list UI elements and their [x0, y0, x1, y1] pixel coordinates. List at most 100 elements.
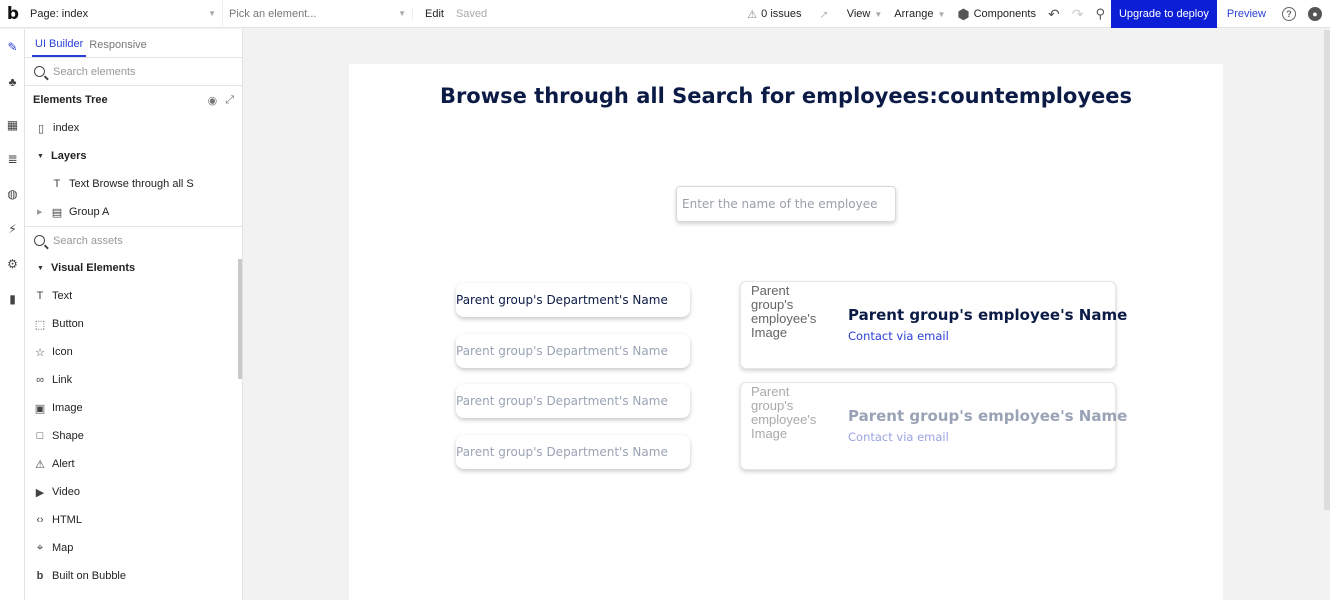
- search-elements-placeholder: Search elements: [53, 65, 136, 78]
- visual-element-label: HTML: [52, 514, 82, 526]
- contact-email-link[interactable]: Contact via email: [848, 430, 949, 444]
- visual-element-text[interactable]: T Text: [25, 282, 242, 310]
- arrange-menu-label: Arrange: [894, 8, 934, 20]
- search-icon: [34, 235, 45, 246]
- department-item[interactable]: Parent group's Department's Name: [456, 435, 690, 469]
- page-selector[interactable]: Page: index ▼: [26, 0, 222, 28]
- inspect-button[interactable]: ➚: [808, 0, 841, 28]
- search-assets-placeholder: Search assets: [53, 234, 123, 247]
- components-button[interactable]: ⬢ Components: [951, 0, 1042, 28]
- undo-button[interactable]: ↶: [1042, 0, 1066, 28]
- visual-element-label: Built on Bubble: [52, 570, 126, 582]
- visual-element-button[interactable]: ⬚ Button: [25, 310, 242, 338]
- search-icon: ⚲: [1095, 6, 1105, 21]
- text-icon: T: [53, 178, 61, 190]
- visual-element-map[interactable]: ⌖ Map: [25, 534, 242, 562]
- tree-item-label: Group A: [69, 206, 110, 218]
- visual-element-image[interactable]: ▣ Image: [25, 394, 242, 422]
- layout-icon[interactable]: ▦: [0, 115, 25, 135]
- save-status: Saved: [455, 7, 488, 20]
- element-picker-label: Pick an element...: [229, 7, 317, 20]
- employee-card[interactable]: Parent group's employee's Image Parent g…: [740, 382, 1127, 470]
- image-icon: ▣: [34, 402, 46, 415]
- view-menu[interactable]: View ▼: [841, 0, 889, 28]
- visual-element-label: Image: [52, 402, 83, 414]
- visual-element-label: Shape: [52, 430, 84, 442]
- visual-element-video[interactable]: ▶ Video: [25, 478, 242, 506]
- left-icon-rail: ✎ ♣ ▦ ≣ ◍ ⚡ ⚙ ▮: [0, 29, 25, 600]
- cursor-icon: ➚: [819, 8, 829, 21]
- chevron-down-icon: ▼: [398, 9, 406, 18]
- page-title[interactable]: Browse through all Search for employees:…: [349, 84, 1223, 108]
- analytics-icon[interactable]: ▮: [0, 289, 25, 309]
- code-icon: ‹›: [36, 514, 44, 526]
- redo-button[interactable]: ↷: [1066, 0, 1090, 28]
- bubble-logo[interactable]: b: [0, 0, 26, 28]
- tree-item-text[interactable]: T Text Browse through all S: [25, 170, 242, 198]
- warning-icon: ⚠: [747, 8, 758, 21]
- account-button[interactable]: ●: [1302, 0, 1330, 28]
- tree-item-index[interactable]: ▯ index: [25, 114, 242, 142]
- employee-search-input[interactable]: Enter the name of the employee: [676, 186, 896, 222]
- upgrade-to-deploy-button[interactable]: Upgrade to deploy: [1110, 0, 1217, 28]
- visual-elements-header[interactable]: ▼ Visual Elements: [25, 254, 242, 282]
- chevron-down-icon: ▼: [208, 9, 216, 18]
- caret-right-icon: ▶: [37, 209, 43, 216]
- department-item[interactable]: Parent group's Department's Name: [456, 283, 690, 317]
- pencil-icon[interactable]: ✎: [0, 37, 25, 57]
- palette-icon[interactable]: ◍: [0, 184, 25, 204]
- page-canvas[interactable]: Browse through all Search for employees:…: [349, 64, 1223, 600]
- visual-element-alert[interactable]: ⚠ Alert: [25, 450, 242, 478]
- chevron-down-icon: ▼: [937, 9, 946, 19]
- panel-scrollbar[interactable]: [238, 259, 242, 379]
- search-button[interactable]: ⚲: [1089, 0, 1111, 28]
- panel-tabs: UI Builder Responsive: [25, 29, 242, 58]
- eye-icon[interactable]: ◉: [208, 94, 218, 107]
- expand-icon[interactable]: ⤢: [225, 94, 234, 107]
- preview-button[interactable]: Preview: [1217, 8, 1276, 20]
- hierarchy-icon[interactable]: ♣: [0, 72, 25, 92]
- settings-icon[interactable]: ⚙: [0, 254, 25, 274]
- employee-card[interactable]: Parent group's employee's Image Parent g…: [740, 281, 1127, 369]
- undo-icon: ↶: [1047, 5, 1060, 22]
- text-icon: T: [36, 290, 44, 302]
- warning-icon: ⚠: [35, 458, 45, 471]
- element-picker[interactable]: Pick an element... ▼: [222, 0, 412, 28]
- employee-image: Parent group's employee's Image: [751, 283, 817, 340]
- visual-element-html[interactable]: ‹› HTML: [25, 506, 242, 534]
- contact-email-link[interactable]: Contact via email: [848, 329, 949, 343]
- caret-down-icon: ▼: [37, 264, 44, 272]
- tree-item-layers[interactable]: ▼ Layers: [25, 142, 242, 170]
- search-icon: [34, 66, 45, 77]
- arrange-menu[interactable]: Arrange ▼: [888, 0, 951, 28]
- help-button[interactable]: ?: [1276, 0, 1302, 28]
- visual-element-shape[interactable]: □ Shape: [25, 422, 242, 450]
- bubble-logo-icon: b: [36, 570, 44, 582]
- visual-element-label: Alert: [52, 458, 75, 470]
- employee-name: Parent group's employee's Name: [848, 306, 1128, 324]
- tree-item-label: index: [53, 122, 80, 134]
- tab-responsive[interactable]: Responsive: [86, 39, 149, 57]
- plug-icon[interactable]: ⚡: [0, 219, 25, 239]
- top-toolbar: b Page: index ▼ Pick an element... ▼ Edi…: [0, 0, 1330, 28]
- edit-menu[interactable]: Edit: [412, 7, 450, 20]
- tab-ui-builder[interactable]: UI Builder: [32, 38, 87, 57]
- database-icon[interactable]: ≣: [0, 149, 25, 169]
- department-item[interactable]: Parent group's Department's Name: [456, 334, 690, 368]
- search-assets[interactable]: Search assets: [25, 226, 242, 254]
- visual-element-label: Video: [52, 486, 80, 498]
- issues-indicator[interactable]: ⚠ 0 issues: [741, 0, 807, 28]
- visual-element-link[interactable]: ∞ Link: [25, 366, 242, 394]
- button-icon: ⬚: [34, 318, 46, 331]
- department-item[interactable]: Parent group's Department's Name: [456, 384, 690, 418]
- canvas-scrollbar[interactable]: [1324, 30, 1330, 510]
- visual-element-label: Text: [52, 290, 73, 302]
- visual-element-built-on-bubble[interactable]: b Built on Bubble: [25, 562, 242, 590]
- help-icon: ?: [1282, 7, 1296, 21]
- search-elements[interactable]: Search elements: [25, 58, 242, 86]
- elements-tree-label: Elements Tree: [33, 94, 108, 106]
- cube-icon: ⬢: [957, 5, 970, 22]
- tree-item-group-a[interactable]: ▶ ▤ Group A: [25, 198, 242, 226]
- visual-element-icon[interactable]: ☆ Icon: [25, 338, 242, 366]
- chevron-down-icon: ▼: [874, 9, 883, 19]
